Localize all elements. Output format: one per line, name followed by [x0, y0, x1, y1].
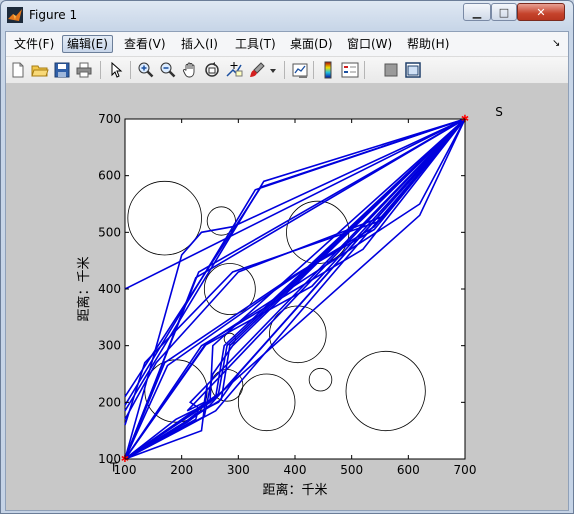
pointer-icon[interactable]: [107, 61, 125, 79]
menu-file[interactable]: 文件(F): [10, 35, 58, 53]
menu-help[interactable]: 帮助(H): [403, 35, 453, 53]
close-button[interactable]: ✕: [517, 3, 565, 21]
x-tick-label: 600: [397, 463, 420, 477]
y-tick-label: 300: [98, 339, 121, 353]
toolbar-separator: [313, 61, 314, 79]
menu-tools[interactable]: 工具(T): [231, 35, 280, 53]
y-tick-label: 200: [98, 395, 121, 409]
menu-insert[interactable]: 插入(I): [177, 35, 222, 53]
figure-toolbar: [6, 57, 568, 84]
point-annotation: S: [495, 105, 503, 119]
y-tick-label: 600: [98, 169, 121, 183]
hide-plot-tools-icon[interactable]: [382, 61, 400, 79]
link-plot-icon[interactable]: [291, 61, 309, 79]
menu-desktop[interactable]: 桌面(D): [286, 35, 337, 53]
open-file-icon[interactable]: [31, 61, 49, 79]
y-tick-label: 700: [98, 112, 121, 126]
legend-icon[interactable]: [341, 61, 359, 79]
toolbar-separator: [364, 61, 365, 79]
save-icon[interactable]: [53, 61, 71, 79]
zoom-out-icon[interactable]: [159, 61, 177, 79]
figure-window: Figure 1 ▁ □ ✕ 文件(F) 编辑(E) 查看(V) 插入(I) 工…: [0, 0, 574, 514]
new-figure-icon[interactable]: [9, 61, 27, 79]
menu-bar: 文件(F) 编辑(E) 查看(V) 插入(I) 工具(T) 桌面(D) 窗口(W…: [6, 32, 568, 57]
menu-view[interactable]: 查看(V): [120, 35, 170, 53]
minimize-button[interactable]: ▁: [463, 3, 491, 21]
pan-hand-icon[interactable]: [181, 61, 199, 79]
x-tick-label: 500: [340, 463, 363, 477]
menu-overflow-icon[interactable]: ↘: [552, 38, 560, 49]
toolbar-separator: [130, 61, 131, 79]
minimize-icon: ▁: [472, 5, 482, 19]
menu-edit[interactable]: 编辑(E): [62, 35, 113, 53]
plot-svg: ✱✱ 100200300400500600700 100200300400500…: [76, 105, 503, 498]
title-bar[interactable]: Figure 1 ▁ □ ✕: [1, 1, 573, 31]
y-tick-label: 500: [98, 225, 121, 239]
x-tick-label: 200: [170, 463, 193, 477]
x-tick-label: 700: [454, 463, 477, 477]
toolbar-separator: [100, 61, 101, 79]
x-tick-label: 300: [227, 463, 250, 477]
maximize-icon: □: [498, 5, 510, 19]
toolbar-separator: [284, 61, 285, 79]
point-annotation: T: [109, 460, 118, 474]
brush-icon[interactable]: [248, 61, 266, 79]
y-axis-label: 距离：千米: [76, 256, 92, 321]
data-cursor-icon[interactable]: [225, 61, 243, 79]
maximize-button[interactable]: □: [491, 3, 517, 21]
matlab-icon: [7, 7, 23, 23]
dropdown-arrow-icon[interactable]: [268, 61, 278, 79]
show-plot-tools-icon[interactable]: [404, 61, 422, 79]
figure-canvas: ✱✱ 100200300400500600700 100200300400500…: [6, 84, 568, 510]
menu-window[interactable]: 窗口(W): [343, 35, 396, 53]
window-title: Figure 1: [29, 8, 78, 22]
x-tick-label: 400: [284, 463, 307, 477]
close-icon: ✕: [536, 5, 546, 19]
print-icon[interactable]: [75, 61, 93, 79]
y-tick-label: 400: [98, 282, 121, 296]
colorbar-icon[interactable]: [319, 61, 337, 79]
x-axis-label: 距离：千米: [262, 482, 327, 498]
zoom-in-icon[interactable]: [137, 61, 155, 79]
rotate-3d-icon[interactable]: [203, 61, 221, 79]
figure-client: 文件(F) 编辑(E) 查看(V) 插入(I) 工具(T) 桌面(D) 窗口(W…: [5, 31, 569, 511]
